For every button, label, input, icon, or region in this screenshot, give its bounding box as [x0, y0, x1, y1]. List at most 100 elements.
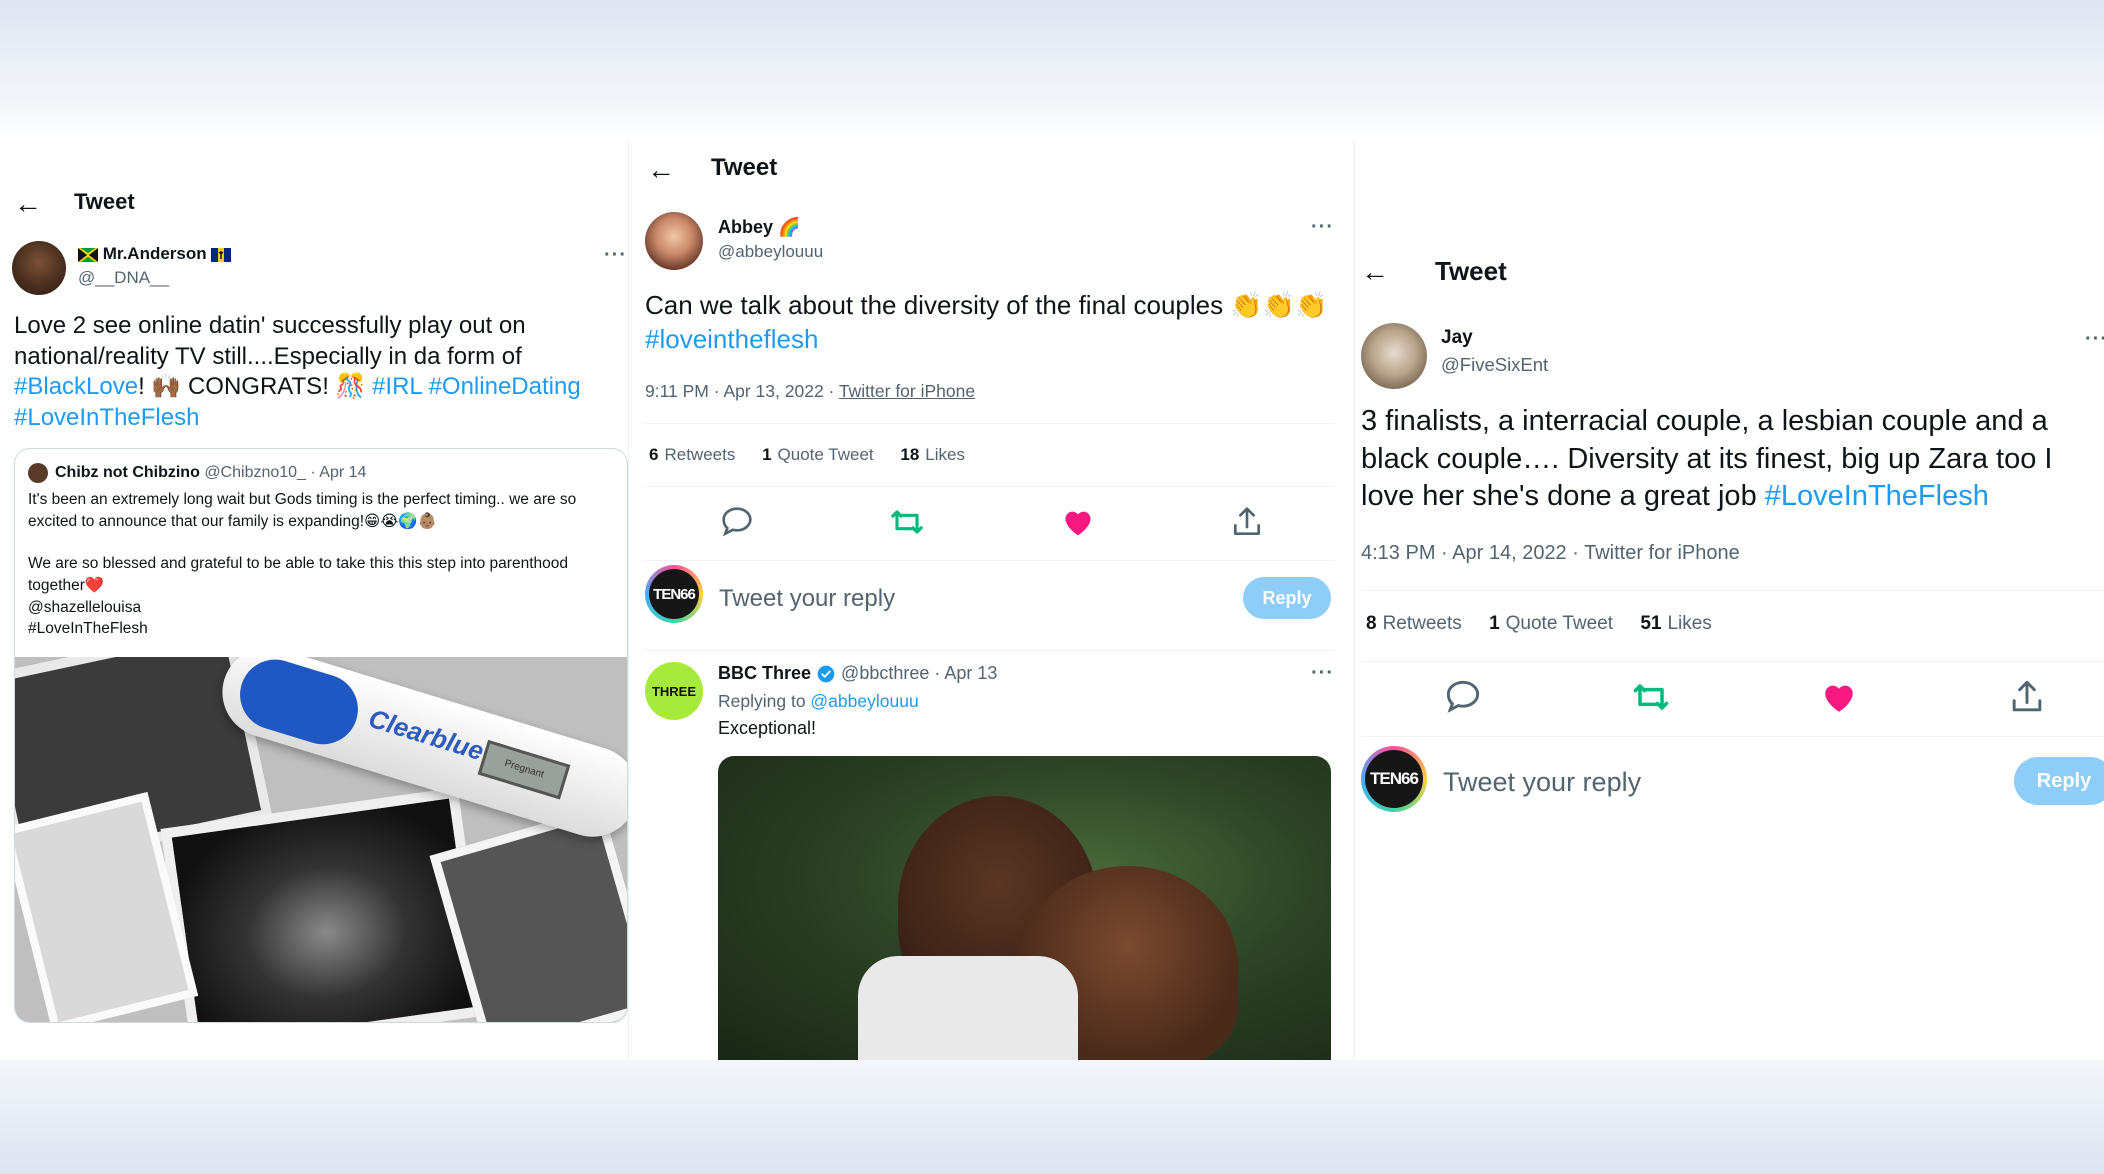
- tweet-text-part: Can we talk about the diversity of the f…: [645, 290, 1328, 320]
- avatar[interactable]: [12, 241, 66, 295]
- reply-icon[interactable]: [717, 502, 757, 542]
- more-options-icon[interactable]: ···: [2085, 328, 2104, 351]
- verified-badge-icon: [817, 665, 835, 683]
- author-name[interactable]: Abbey 🌈: [718, 217, 800, 238]
- hashtag-link[interactable]: #loveintheflesh: [645, 324, 818, 354]
- quoted-hashtag[interactable]: #LoveInTheFlesh: [28, 618, 618, 640]
- author-handle[interactable]: @abbeylouuu: [718, 242, 823, 262]
- reply-date: · Apr 13: [934, 663, 998, 683]
- reply-icon[interactable]: [1441, 675, 1485, 719]
- divider: [645, 423, 1335, 424]
- likes-count[interactable]: 51 Likes: [1640, 613, 1712, 634]
- share-icon[interactable]: [2005, 675, 2049, 719]
- more-options-icon[interactable]: ···: [604, 244, 627, 267]
- tweet-source-link[interactable]: Twitter for iPhone: [839, 381, 975, 401]
- more-options-icon[interactable]: ···: [1311, 216, 1334, 239]
- tweet-panel-jay: ← Tweet Jay @FiveSixEnt ··· 3 finalists,…: [1354, 140, 2104, 1060]
- divider: [1361, 661, 2104, 662]
- reply-author-row: BBC Three @bbcthree · Apr 13: [718, 663, 997, 684]
- tweet-panel-mr-anderson: ← Tweet Mr.Anderson @__DNA__ ··· Love 2 …: [0, 140, 628, 1060]
- hashtag-link[interactable]: #LoveInTheFlesh: [14, 404, 199, 431]
- author-handle[interactable]: @FiveSixEnt: [1441, 354, 1548, 376]
- retweet-icon[interactable]: [887, 502, 927, 542]
- retweets-count[interactable]: 6 Retweets: [649, 445, 735, 464]
- tweet-stats: 6 Retweets 1 Quote Tweet 18 Likes: [649, 445, 987, 465]
- jamaica-flag-icon: [78, 247, 98, 262]
- reply-user-avatar[interactable]: TEN66: [645, 565, 703, 623]
- header-title: Tweet: [1435, 256, 1507, 286]
- image-clothing: [858, 956, 1078, 1060]
- bbc-three-avatar[interactable]: THREE: [645, 662, 703, 720]
- replying-to: Replying to @abbeylouuu: [718, 691, 919, 712]
- author-name-row: Mr.Anderson: [78, 244, 232, 264]
- tweet-panel-abbey: ← Tweet Abbey 🌈 @abbeylouuu ··· Can we t…: [628, 140, 1354, 1060]
- reply-media-image[interactable]: [718, 756, 1331, 1060]
- back-arrow-icon[interactable]: ←: [647, 156, 675, 184]
- tweet-text: Can we talk about the diversity of the f…: [645, 288, 1335, 357]
- author-name[interactable]: Jay: [1441, 327, 1473, 349]
- author-name[interactable]: Mr.Anderson: [103, 244, 207, 263]
- replying-to-label: Replying to: [718, 691, 811, 711]
- tweet-text-part: ! 🙌🏾 CONGRATS! 🎊: [138, 373, 373, 401]
- divider: [1361, 590, 2104, 591]
- tweet-text-part: Love 2 see online datin' successfully pl…: [14, 312, 526, 370]
- reply-input[interactable]: Tweet your reply: [719, 585, 895, 613]
- author-handle[interactable]: @__DNA__: [78, 268, 169, 288]
- tweet-meta: 4:13 PM · Apr 14, 2022 · Twitter for iPh…: [1361, 542, 1740, 564]
- quoted-line: It's been an extremely long wait but God…: [28, 491, 577, 530]
- quote-tweets-count[interactable]: 1 Quote Tweet: [1489, 613, 1613, 634]
- tweet-stats: 8 Retweets 1 Quote Tweet 51 Likes: [1366, 613, 1734, 635]
- retweet-icon[interactable]: [1629, 675, 1673, 719]
- barbados-flag-icon: [211, 247, 232, 262]
- brand-logo-text: Clearblue: [365, 702, 488, 767]
- tweet-meta: 9:11 PM · Apr 13, 2022 · Twitter for iPh…: [645, 381, 975, 402]
- quoted-author-row: Chibz not Chibzino @Chibzno10_ · Apr 14: [55, 464, 366, 482]
- like-heart-icon[interactable]: [1817, 675, 1861, 719]
- reply-author-name[interactable]: BBC Three: [718, 663, 811, 683]
- like-heart-icon[interactable]: [1058, 502, 1098, 542]
- back-arrow-icon[interactable]: ←: [14, 190, 42, 218]
- replying-to-handle[interactable]: @abbeylouuu: [810, 691, 918, 711]
- quoted-tweet-date: · Apr 14: [310, 464, 367, 481]
- quote-tweets-count[interactable]: 1 Quote Tweet: [762, 445, 874, 464]
- hashtag-link[interactable]: #BlackLove: [14, 373, 138, 400]
- likes-count[interactable]: 18 Likes: [900, 445, 965, 464]
- quoted-tweet-card[interactable]: Chibz not Chibzino @Chibzno10_ · Apr 14 …: [14, 448, 628, 1023]
- reply-button[interactable]: Reply: [2014, 757, 2104, 805]
- bbc-three-logo-text: THREE: [651, 683, 697, 699]
- reply-author-handle[interactable]: @bbcthree: [841, 663, 929, 683]
- quoted-author-name[interactable]: Chibz not Chibzino: [55, 464, 200, 481]
- tweet-timestamp: 9:11 PM · Apr 13, 2022 ·: [645, 381, 839, 401]
- tweet-text-part: [422, 373, 429, 400]
- divider: [645, 486, 1335, 487]
- hashtag-link[interactable]: #IRL: [372, 373, 422, 400]
- divider: [645, 560, 1335, 561]
- quoted-tweet-text: It's been an extremely long wait but God…: [28, 489, 618, 640]
- reply-text: Exceptional!: [718, 718, 817, 738]
- divider: [1361, 736, 2104, 737]
- divider: [645, 650, 1335, 651]
- quoted-mention[interactable]: @shazellelouisa: [28, 597, 618, 619]
- quoted-line: We are so blessed and grateful to be abl…: [28, 555, 568, 595]
- avatar[interactable]: [1361, 323, 1427, 389]
- retweets-count[interactable]: 8 Retweets: [1366, 613, 1462, 634]
- reply-user-avatar[interactable]: TEN66: [1361, 746, 1427, 812]
- more-options-icon[interactable]: ···: [1311, 662, 1334, 685]
- avatar[interactable]: [645, 212, 703, 270]
- tweet-text: Love 2 see online datin' successfully pl…: [14, 311, 619, 434]
- header-title: Tweet: [711, 154, 778, 181]
- result-window: Pregnant: [477, 739, 571, 800]
- quoted-author-avatar: [28, 463, 48, 483]
- result-window-text: Pregnant: [503, 758, 546, 781]
- hashtag-link[interactable]: #LoveInTheFlesh: [1765, 480, 1989, 512]
- quoted-author-handle[interactable]: @Chibzno10_: [204, 464, 306, 481]
- ultrasound-photo: [160, 787, 490, 1022]
- share-icon[interactable]: [1227, 502, 1267, 542]
- back-arrow-icon[interactable]: ←: [1361, 258, 1389, 286]
- quoted-tweet-image[interactable]: Clearblue Pregnant: [15, 657, 627, 1022]
- reply-button[interactable]: Reply: [1243, 577, 1331, 619]
- tweet-text: 3 finalists, a interracial couple, a les…: [1361, 403, 2101, 516]
- reply-input[interactable]: Tweet your reply: [1443, 767, 1641, 798]
- header-title: Tweet: [74, 189, 135, 214]
- hashtag-link[interactable]: #OnlineDating: [429, 373, 581, 400]
